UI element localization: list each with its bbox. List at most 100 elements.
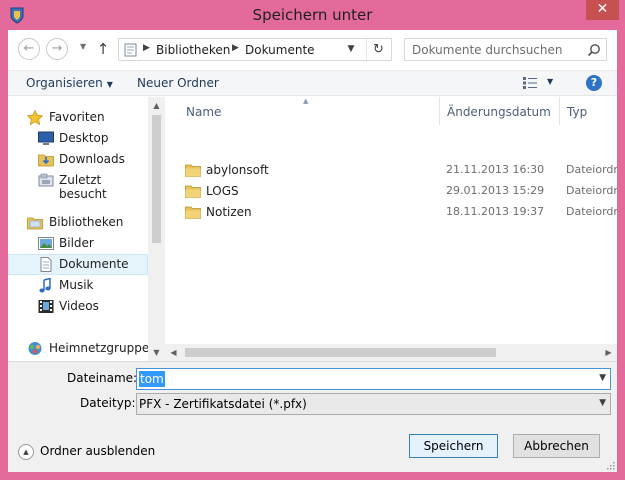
file-type: Dateiordner <box>566 184 617 197</box>
nav-group-favoriten[interactable]: Favoriten <box>8 107 148 128</box>
view-dropdown-icon[interactable]: ▼ <box>547 77 553 86</box>
search-placeholder: Dokumente durchsuchen <box>412 43 563 57</box>
recent-locations-dropdown[interactable]: ▼ <box>80 42 90 56</box>
address-bar[interactable]: ▶ Bibliotheken ▶ Dokumente ▼ ↻ <box>118 38 392 61</box>
save-as-dialog: Speichern unter ✕ ← → ▼ ↑ ▶ Bibliotheken… <box>0 0 625 480</box>
nav-group-bibliotheken[interactable]: Bibliotheken <box>8 212 148 233</box>
scroll-right-icon[interactable]: ▶ <box>600 344 617 361</box>
chevron-down-icon[interactable]: ▼ <box>599 373 606 383</box>
recent-places-icon <box>38 173 54 187</box>
cancel-button[interactable]: Abbrechen <box>513 434 600 458</box>
save-form: Dateiname: tom ▼ Dateityp: PFX - Zertifi… <box>8 361 617 472</box>
folder-icon <box>185 185 201 198</box>
nav-item-recent[interactable]: Zuletzt besucht <box>8 170 148 201</box>
save-button[interactable]: Speichern <box>409 434 498 458</box>
back-button[interactable]: ← <box>18 38 40 60</box>
arrow-up-icon: ↑ <box>96 40 110 58</box>
breadcrumb-dokumente[interactable]: Dokumente <box>245 43 315 57</box>
scrollbar-thumb[interactable] <box>152 115 161 243</box>
navigation-scrollbar[interactable]: ▲ ▼ <box>148 97 165 361</box>
scroll-left-icon[interactable]: ◀ <box>165 344 182 361</box>
organize-button[interactable]: Organisieren ▼ <box>26 76 113 90</box>
nav-group-heimnetzgruppe[interactable]: Heimnetzgruppe <box>8 338 150 359</box>
nav-item-desktop[interactable]: Desktop <box>8 128 148 149</box>
file-name: abylonsoft <box>206 163 269 177</box>
nav-item-videos[interactable]: Videos <box>8 296 148 317</box>
chevron-down-icon: ▼ <box>599 398 606 408</box>
library-icon <box>124 43 137 57</box>
nav-label: Zuletzt besucht <box>59 173 107 201</box>
filetype-select[interactable]: PFX - Zertifikatsdatei (*.pfx) ▼ <box>136 393 611 415</box>
chevron-down-icon: ▼ <box>106 80 113 89</box>
window-title: Speichern unter <box>252 6 373 24</box>
chevron-down-icon: ▼ <box>347 44 355 54</box>
search-icon[interactable] <box>587 43 601 57</box>
nav-label: Downloads <box>59 152 125 166</box>
table-row[interactable]: LOGS 29.01.2013 15:29 Dateiordner <box>165 181 617 202</box>
column-label: Änderungsdatum <box>447 105 551 119</box>
table-row[interactable]: abylonsoft 21.11.2013 16:30 Dateiordner <box>165 160 617 181</box>
nav-label: Heimnetzgruppe <box>49 341 150 355</box>
nav-label: Desktop <box>59 131 109 145</box>
nav-item-musik[interactable]: Musik <box>8 275 148 296</box>
scrollbar-thumb[interactable] <box>185 348 496 357</box>
libraries-icon <box>27 217 43 230</box>
nav-label: Musik <box>59 278 94 292</box>
file-date: 18.11.2013 19:37 <box>446 205 545 218</box>
search-input[interactable]: Dokumente durchsuchen <box>404 38 607 61</box>
view-options-icon[interactable] <box>523 77 537 89</box>
scroll-down-icon[interactable]: ▼ <box>148 344 165 361</box>
nav-item-bilder[interactable]: Bilder <box>8 233 148 254</box>
scroll-up-icon[interactable]: ▲ <box>148 97 165 114</box>
new-folder-button[interactable]: Neuer Ordner <box>137 76 219 90</box>
refresh-icon: ↻ <box>373 42 384 57</box>
nav-label: Videos <box>59 299 99 313</box>
forward-button[interactable]: → <box>46 38 68 60</box>
horizontal-scrollbar[interactable]: ◀ ▶ <box>165 344 617 361</box>
organize-label: Organisieren <box>26 76 103 90</box>
nav-label: Bilder <box>59 236 94 250</box>
nav-item-downloads[interactable]: Downloads <box>8 149 148 170</box>
file-name: Notizen <box>206 205 252 219</box>
nav-label: Bibliotheken <box>49 215 124 229</box>
navigation-pane: Favoriten Desktop Downloads Zuletzt besu… <box>8 97 165 361</box>
file-date: 21.11.2013 16:30 <box>446 163 545 176</box>
up-button[interactable]: ↑ <box>94 38 112 60</box>
breadcrumb-bibliotheken[interactable]: Bibliotheken <box>156 43 230 57</box>
command-bar: Organisieren ▼ Neuer Ordner ▼ ? <box>8 70 617 96</box>
dialog-client: ← → ▼ ↑ ▶ Bibliotheken ▶ Dokumente ▼ ↻ D… <box>8 30 617 472</box>
nav-item-dokumente[interactable]: Dokumente <box>8 254 148 275</box>
filename-label: Dateiname: <box>67 371 138 385</box>
file-type: Dateiordner <box>566 163 617 176</box>
videos-icon <box>38 300 54 313</box>
help-icon[interactable]: ? <box>586 75 602 91</box>
filename-input[interactable]: tom ▼ <box>136 368 611 390</box>
column-label: Typ <box>567 105 588 119</box>
star-icon <box>27 110 43 125</box>
filename-value: tom <box>139 371 165 387</box>
homegroup-icon <box>28 342 42 355</box>
address-dropdown[interactable]: ▼ <box>341 39 361 60</box>
title-bar: Speichern unter ✕ <box>0 0 625 30</box>
downloads-icon <box>38 154 54 167</box>
file-list: Name ▲ Änderungsdatum Typ abylonsoft 21.… <box>165 97 617 361</box>
nav-label: Dokumente <box>59 257 129 271</box>
column-header-date[interactable]: Änderungsdatum <box>440 97 560 125</box>
folder-icon <box>185 206 201 219</box>
breadcrumb-separator-icon[interactable]: ▶ <box>143 43 150 53</box>
desktop-icon <box>38 131 54 145</box>
table-row[interactable]: Notizen 18.11.2013 19:37 Dateiordner <box>165 202 617 223</box>
hide-folders-label: Ordner ausblenden <box>40 444 156 458</box>
refresh-button[interactable]: ↻ <box>366 39 390 60</box>
breadcrumb-separator-icon[interactable]: ▶ <box>232 43 239 53</box>
documents-icon <box>40 257 52 272</box>
collapse-up-icon: ▲ <box>18 444 34 460</box>
close-button[interactable]: ✕ <box>586 0 619 20</box>
resize-grip-icon[interactable] <box>605 460 615 470</box>
filetype-value: PFX - Zertifikatsdatei (*.pfx) <box>139 397 307 411</box>
pictures-icon <box>38 237 54 250</box>
file-type: Dateiordner <box>566 205 617 218</box>
column-header-type[interactable]: Typ <box>560 97 617 125</box>
file-date: 29.01.2013 15:29 <box>446 184 545 197</box>
column-header-name[interactable]: Name ▲ <box>165 97 440 125</box>
